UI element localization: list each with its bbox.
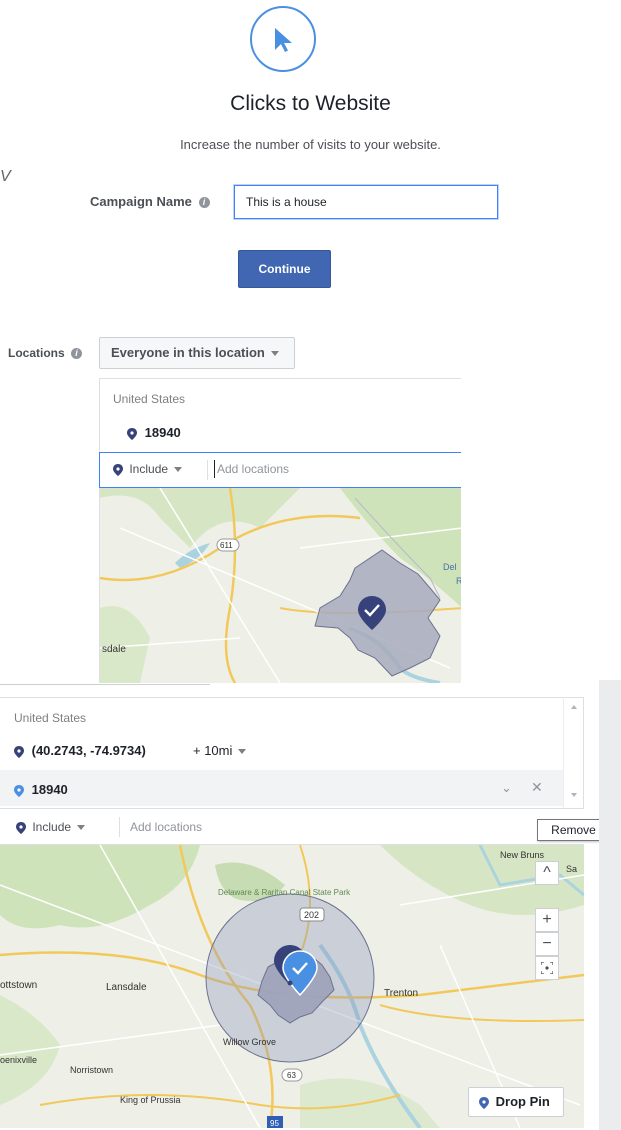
map-place-label: R bbox=[456, 576, 461, 586]
list-scrollbar[interactable] bbox=[563, 697, 583, 809]
map-pin-icon bbox=[14, 745, 24, 758]
divider bbox=[119, 817, 120, 837]
caret-down-icon bbox=[238, 749, 247, 755]
location-item-coordinate[interactable]: (40.2743, -74.9734) bbox=[14, 743, 146, 758]
add-location-row bbox=[0, 808, 584, 845]
location-item-hovered[interactable] bbox=[0, 770, 563, 806]
continue-button[interactable]: Continue bbox=[238, 250, 331, 288]
text-cursor bbox=[214, 460, 215, 478]
map-route-label-95: 95 bbox=[270, 1119, 279, 1128]
map-place-label: Willow Grove bbox=[223, 1037, 276, 1047]
collapse-map-button[interactable]: ^ bbox=[535, 861, 559, 885]
caret-down-icon bbox=[270, 351, 279, 357]
locations-label: Locations i bbox=[8, 346, 83, 360]
radius-dropdown[interactable]: + 10mi bbox=[193, 743, 247, 758]
remove-icon[interactable]: ✕ bbox=[531, 779, 543, 796]
objective-title: Clicks to Website bbox=[230, 92, 391, 115]
map-route-label-611: 611 bbox=[220, 541, 233, 550]
locations-label-text: Locations bbox=[8, 346, 65, 360]
map-place-label: King of Prussia bbox=[120, 1095, 181, 1105]
expand-chevron-icon[interactable]: ⌄ bbox=[501, 780, 512, 796]
campaign-name-label-text: Campaign Name bbox=[90, 194, 192, 209]
map-pin-icon bbox=[479, 1096, 489, 1109]
map-canvas: 202 Delaware & Raritan Canal State Park … bbox=[0, 845, 584, 1128]
audience-type-value: Everyone in this location bbox=[111, 345, 265, 360]
include-label: Include bbox=[129, 462, 169, 476]
drop-pin-label: Drop Pin bbox=[495, 1094, 550, 1109]
map-place-label: Trenton bbox=[384, 988, 418, 999]
scroll-up-icon bbox=[571, 705, 577, 709]
map-view[interactable]: 202 Delaware & Raritan Canal State Park … bbox=[0, 845, 584, 1128]
location-item-label: 18940 bbox=[31, 782, 68, 797]
drop-pin-button[interactable]: Drop Pin bbox=[468, 1087, 564, 1117]
map-place-label: Norristown bbox=[70, 1065, 113, 1075]
caret-down-icon bbox=[77, 825, 86, 831]
map-place-label: New Bruns bbox=[500, 850, 545, 860]
map-pin-icon bbox=[14, 784, 24, 797]
map-pin-icon bbox=[113, 463, 123, 476]
map-place-label: Lansdale bbox=[106, 982, 147, 993]
info-icon[interactable]: i bbox=[198, 197, 210, 209]
clipped-text-fragment: V bbox=[0, 168, 11, 185]
cursor-arrow-icon bbox=[275, 28, 292, 52]
map-pin-icon bbox=[16, 821, 26, 834]
divider bbox=[207, 460, 208, 480]
objective-subtitle: Increase the number of visits to your we… bbox=[180, 137, 441, 152]
map-route-label-202: 202 bbox=[304, 910, 319, 920]
scrollbar-arrows bbox=[571, 705, 577, 797]
info-icon[interactable]: i bbox=[71, 348, 83, 360]
caret-down-icon bbox=[174, 467, 183, 473]
include-dropdown[interactable]: Include bbox=[16, 820, 86, 834]
country-heading: United States bbox=[14, 711, 87, 725]
radius-value: + 10mi bbox=[193, 743, 233, 758]
scroll-down-icon bbox=[571, 793, 577, 797]
include-dropdown[interactable]: Include bbox=[113, 462, 183, 476]
focus-icon bbox=[540, 961, 554, 975]
audience-type-dropdown[interactable]: Everyone in this location bbox=[99, 337, 295, 369]
map-pin-icon bbox=[127, 427, 137, 440]
map-place-label: sdale bbox=[102, 644, 126, 655]
coordinate-label: (40.2743, -74.9734) bbox=[31, 743, 146, 758]
add-locations-input[interactable]: Add locations bbox=[130, 820, 202, 834]
divider bbox=[0, 684, 210, 685]
zoom-in-button[interactable]: + bbox=[535, 908, 559, 932]
location-item[interactable]: 18940 bbox=[127, 425, 181, 440]
map-route-label-63: 63 bbox=[287, 1071, 296, 1080]
country-heading: United States bbox=[113, 392, 186, 406]
objective-icon-circle bbox=[250, 6, 316, 72]
include-label: Include bbox=[32, 820, 72, 834]
page-scrollbar-track[interactable] bbox=[599, 680, 621, 1130]
map-place-label: Delaware & Raritan Canal State Park bbox=[218, 888, 351, 897]
campaign-name-label: Campaign Name i bbox=[90, 194, 210, 209]
map-place-label: oenixville bbox=[0, 1055, 37, 1065]
zoom-out-button[interactable]: − bbox=[535, 932, 559, 956]
location-item-label: 18940 bbox=[144, 425, 181, 440]
map-place-label: Sa bbox=[566, 864, 577, 874]
map-view[interactable]: 611 sdale Del R bbox=[99, 488, 461, 683]
add-locations-input[interactable]: Add locations bbox=[217, 462, 289, 476]
location-item[interactable]: 18940 bbox=[14, 782, 68, 797]
map-canvas: 611 sdale Del R bbox=[100, 488, 461, 683]
recenter-button[interactable] bbox=[535, 956, 559, 980]
map-place-label: Del bbox=[443, 562, 457, 572]
map-place-label: ottstown bbox=[0, 980, 37, 991]
campaign-name-input[interactable] bbox=[234, 185, 498, 219]
